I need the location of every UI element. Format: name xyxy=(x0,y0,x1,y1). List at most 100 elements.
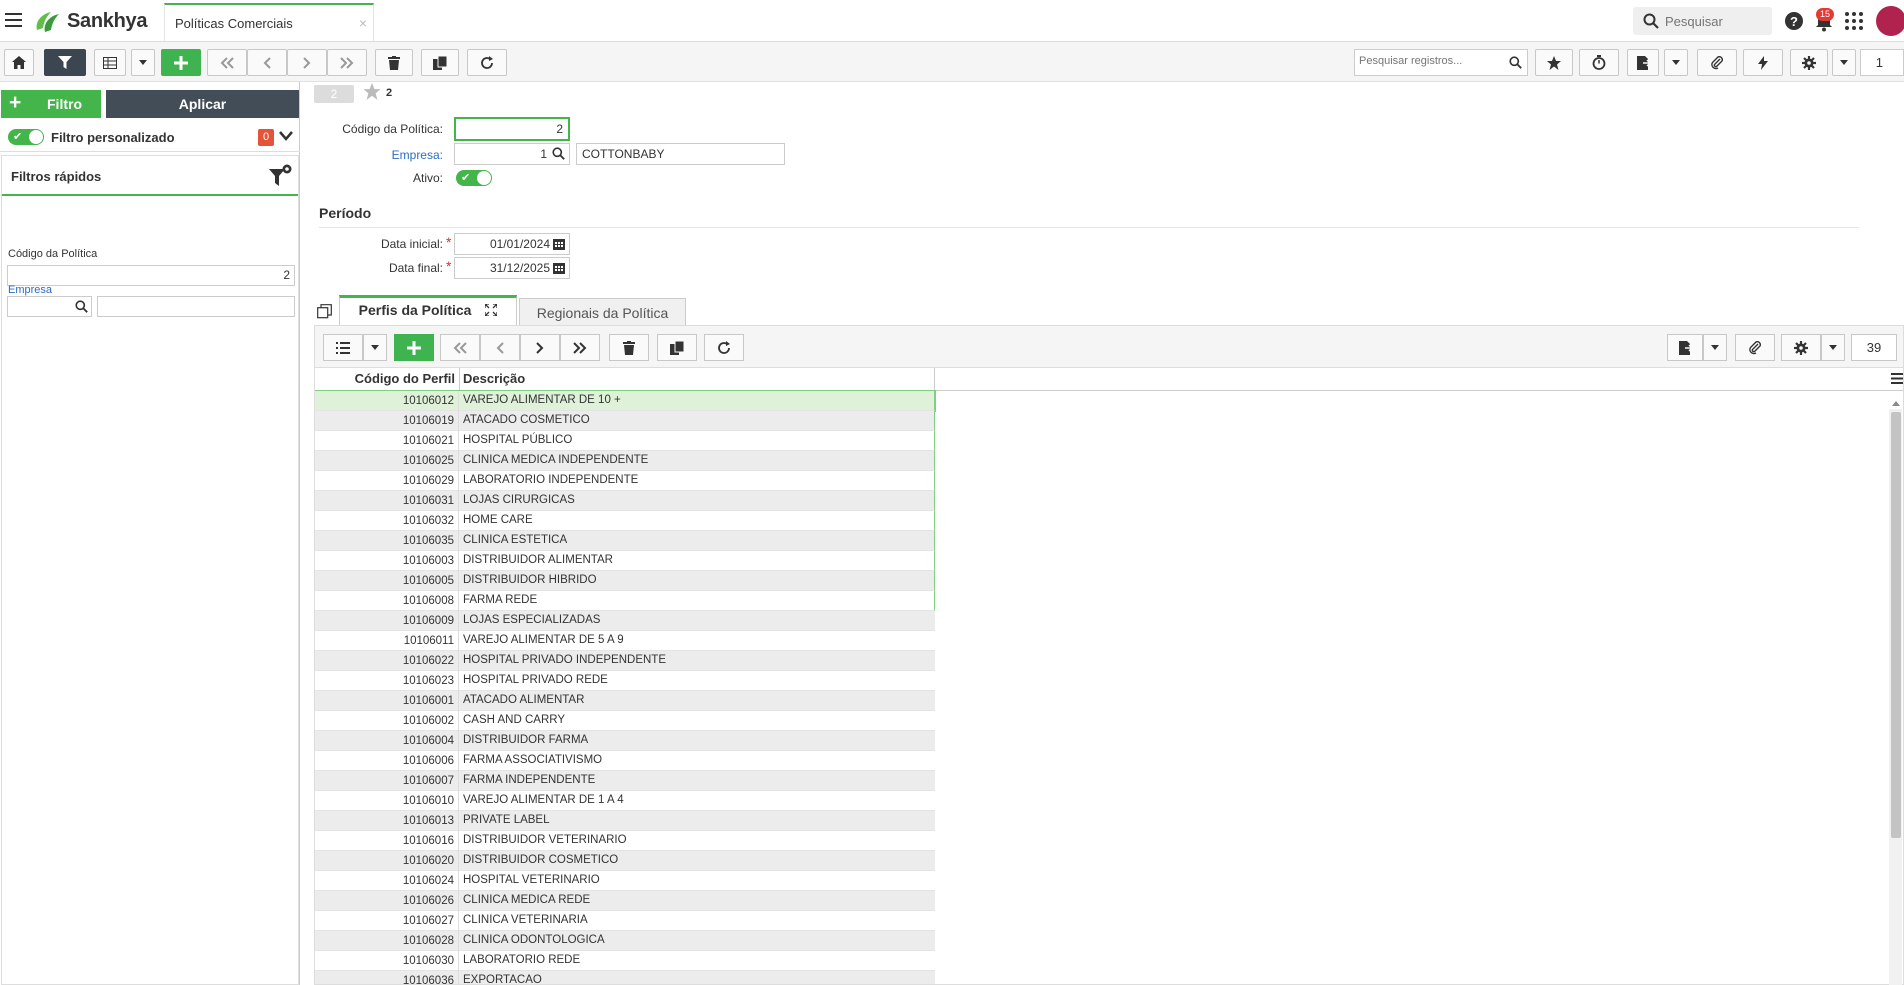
grid-export-dropdown-button[interactable] xyxy=(1703,334,1727,361)
favorite-button[interactable] xyxy=(1535,49,1573,76)
grid-view-button[interactable] xyxy=(94,49,126,76)
settings-button[interactable] xyxy=(1790,49,1828,76)
grid-scrollbar[interactable] xyxy=(1889,401,1902,985)
grid-attachment-button[interactable] xyxy=(1735,334,1775,361)
table-row[interactable]: 10106036 EXPORTACAO xyxy=(315,971,935,984)
grid-delete-button[interactable] xyxy=(609,334,649,361)
codigo-input[interactable]: 2 xyxy=(454,117,570,141)
grid-next-button[interactable] xyxy=(520,334,560,361)
column-menu-icon[interactable] xyxy=(1891,373,1903,384)
last-record-button[interactable] xyxy=(327,49,367,76)
tab-perfis-da-politica[interactable]: Perfis da Política xyxy=(339,295,517,326)
table-row[interactable]: 10106010 VAREJO ALIMENTAR DE 1 A 4 xyxy=(315,791,935,811)
empresa-name-input[interactable]: COTTONBABY xyxy=(576,143,785,165)
scrollbar-thumb[interactable] xyxy=(1891,412,1901,838)
grid-page-size-field[interactable]: 39 xyxy=(1851,334,1897,361)
table-row[interactable]: 10106035 CLINICA ESTETICA xyxy=(315,531,935,551)
help-icon[interactable]: ? xyxy=(1784,11,1804,31)
star-icon[interactable] xyxy=(363,83,381,100)
table-row[interactable]: 10106021 HOSPITAL PÚBLICO xyxy=(315,431,935,451)
apply-button[interactable]: Aplicar xyxy=(106,90,299,118)
filter-settings-icon[interactable] xyxy=(268,164,292,188)
settings-dropdown-button[interactable] xyxy=(1832,49,1856,76)
first-record-button[interactable] xyxy=(207,49,247,76)
grid-mode-dropdown-button[interactable] xyxy=(363,334,387,361)
export-button[interactable] xyxy=(1627,49,1659,76)
page-number-field[interactable]: 1 xyxy=(1860,49,1904,76)
table-row[interactable]: 10106032 HOME CARE xyxy=(315,511,935,531)
attachment-button[interactable] xyxy=(1697,49,1737,76)
record-search-input[interactable] xyxy=(1359,55,1509,67)
grid-previous-button[interactable] xyxy=(480,334,520,361)
data-inicial-input[interactable]: 01/01/2024 xyxy=(454,233,570,255)
table-row[interactable]: 10106025 CLINICA MEDICA INDEPENDENTE xyxy=(315,451,935,471)
menu-icon[interactable] xyxy=(5,13,22,27)
tab-politicas-comerciais[interactable]: Políticas Comerciais × xyxy=(164,3,374,41)
table-row[interactable]: 10106031 LOJAS CIRURGICAS xyxy=(315,491,935,511)
table-row[interactable]: 10106012 VAREJO ALIMENTAR DE 10 + xyxy=(315,390,936,412)
calendar-icon[interactable] xyxy=(553,238,565,250)
close-icon[interactable]: × xyxy=(359,15,367,31)
table-row[interactable]: 10106011 VAREJO ALIMENTAR DE 5 A 9 xyxy=(315,631,935,651)
empresa-filter-label[interactable]: Empresa xyxy=(8,284,52,296)
table-row[interactable]: 10106023 HOSPITAL PRIVADO REDE xyxy=(315,671,935,691)
table-row[interactable]: 10106003 DISTRIBUIDOR ALIMENTAR xyxy=(315,551,935,571)
table-row[interactable]: 10106022 HOSPITAL PRIVADO INDEPENDENTE xyxy=(315,651,935,671)
column-header-descricao[interactable]: Descrição xyxy=(460,368,935,391)
ativo-toggle[interactable]: ✔ xyxy=(456,170,492,186)
table-row[interactable]: 10106019 ATACADO COSMETICO xyxy=(315,411,935,431)
actions-button[interactable] xyxy=(1743,49,1783,76)
global-search-input[interactable] xyxy=(1665,12,1765,30)
table-row[interactable]: 10106009 LOJAS ESPECIALIZADAS xyxy=(315,611,935,631)
grid-refresh-button[interactable] xyxy=(704,334,744,361)
delete-button[interactable] xyxy=(375,49,413,76)
table-row[interactable]: 10106016 DISTRIBUIDOR VETERINARIO xyxy=(315,831,935,851)
data-final-input[interactable]: 31/12/2025 xyxy=(454,257,570,279)
chevron-down-icon[interactable] xyxy=(279,131,293,141)
table-row[interactable]: 10106028 CLINICA ODONTOLOGICA xyxy=(315,931,935,951)
home-button[interactable] xyxy=(4,49,34,76)
expand-icon[interactable] xyxy=(484,303,499,317)
grid-first-button[interactable] xyxy=(440,334,480,361)
table-row[interactable]: 10106013 PRIVATE LABEL xyxy=(315,811,935,831)
table-row[interactable]: 10106026 CLINICA MEDICA REDE xyxy=(315,891,935,911)
empresa-label[interactable]: Empresa: xyxy=(301,148,443,162)
refresh-button[interactable] xyxy=(467,49,507,76)
table-row[interactable]: 10106001 ATACADO ALIMENTAR xyxy=(315,691,935,711)
next-record-button[interactable] xyxy=(287,49,327,76)
calendar-icon[interactable] xyxy=(553,262,565,274)
duplicate-button[interactable] xyxy=(421,49,459,76)
copy-window-icon[interactable] xyxy=(317,304,332,319)
grid-mode-button[interactable] xyxy=(323,334,363,361)
table-row[interactable]: 10106004 DISTRIBUIDOR FARMA xyxy=(315,731,935,751)
table-row[interactable]: 10106002 CASH AND CARRY xyxy=(315,711,935,731)
column-header-codigo[interactable]: Código do Perfil xyxy=(315,368,460,391)
add-button[interactable] xyxy=(161,49,201,76)
global-search[interactable] xyxy=(1633,7,1772,35)
table-row[interactable]: 10106029 LABORATORIO INDEPENDENTE xyxy=(315,471,935,491)
filter-toggle-button[interactable] xyxy=(44,49,86,76)
previous-record-button[interactable] xyxy=(247,49,287,76)
table-row[interactable]: 10106020 DISTRIBUIDOR COSMETICO xyxy=(315,851,935,871)
sankhya-logo[interactable]: Sankhya xyxy=(33,8,147,34)
grid-settings-dropdown-button[interactable] xyxy=(1821,334,1845,361)
export-dropdown-button[interactable] xyxy=(1664,49,1688,76)
tab-regionais-da-politica[interactable]: Regionais da Política xyxy=(519,298,686,326)
empresa-filter-name-input[interactable] xyxy=(97,296,295,317)
search-icon[interactable] xyxy=(75,300,88,313)
grid-settings-button[interactable] xyxy=(1781,334,1821,361)
add-filter-button[interactable]: + Filtro xyxy=(1,90,101,118)
grid-last-button[interactable] xyxy=(560,334,600,361)
avatar[interactable] xyxy=(1876,6,1904,36)
grid-add-button[interactable] xyxy=(394,334,434,361)
table-row[interactable]: 10106006 FARMA ASSOCIATIVISMO xyxy=(315,751,935,771)
empresa-filter-code-input[interactable] xyxy=(7,296,92,317)
record-search[interactable] xyxy=(1354,49,1528,76)
grid-export-button[interactable] xyxy=(1667,334,1703,361)
table-row[interactable]: 10106024 HOSPITAL VETERINARIO xyxy=(315,871,935,891)
table-row[interactable]: 10106005 DISTRIBUIDOR HIBRIDO xyxy=(315,571,935,591)
search-icon[interactable] xyxy=(552,147,565,160)
table-row[interactable]: 10106008 FARMA REDE xyxy=(315,591,935,611)
codigo-filter-input[interactable]: 2 xyxy=(7,265,295,286)
table-row[interactable]: 10106030 LABORATORIO REDE xyxy=(315,951,935,971)
